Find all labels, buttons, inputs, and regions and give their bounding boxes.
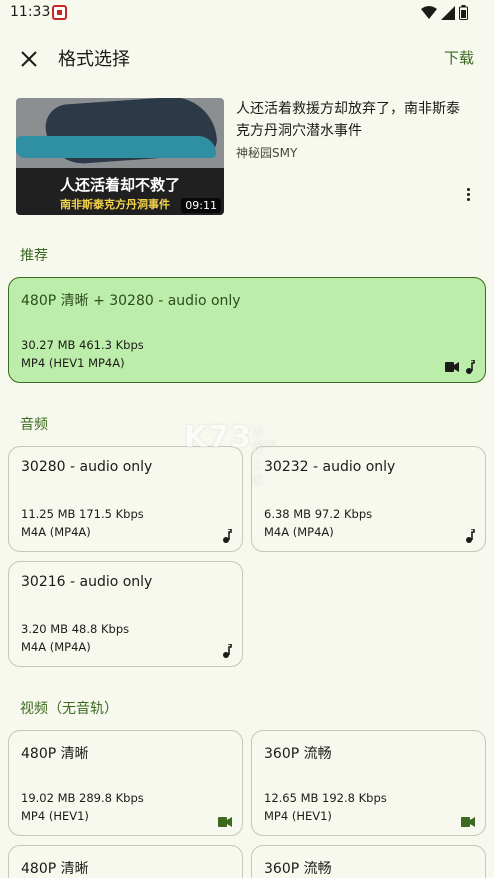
- music-note-icon: [466, 360, 475, 374]
- format-codec: MP4 (HEV1): [21, 809, 89, 823]
- video-title: 人还活着救援方却放弃了，南非斯泰克方丹洞穴潜水事件: [236, 101, 460, 139]
- thumbnail-caption: 人还活着却不救了: [59, 176, 180, 194]
- format-size: 30.27 MB 461.3 Kbps: [21, 338, 144, 352]
- format-size: 6.38 MB 97.2 Kbps: [264, 507, 373, 521]
- music-note-icon: [223, 644, 232, 658]
- battery-icon: [459, 5, 468, 20]
- close-button[interactable]: [14, 44, 44, 74]
- format-card-video[interactable]: 480P 清晰: [8, 845, 243, 878]
- status-icons: [421, 5, 468, 20]
- music-note-icon: [466, 529, 475, 543]
- thumbnail-subcaption: 南非斯泰克方丹洞事件: [60, 198, 170, 211]
- video-icon: [218, 817, 232, 827]
- status-bar: 11:33: [0, 0, 494, 26]
- format-title: 30216 - audio only: [21, 574, 153, 590]
- format-codec: M4A (MP4A): [21, 525, 91, 539]
- format-card-video[interactable]: 360P 流畅: [251, 845, 486, 878]
- format-title: 480P 清晰: [21, 861, 89, 877]
- section-audio: 音频: [20, 417, 48, 433]
- format-size: 12.65 MB 192.8 Kbps: [264, 791, 387, 805]
- signal-icon: [441, 5, 455, 20]
- format-title: 30232 - audio only: [264, 459, 396, 475]
- format-title: 480P 清晰 + 30280 - audio only: [21, 293, 241, 309]
- music-note-icon: [223, 529, 232, 543]
- section-video-no-audio: 视频（无音轨）: [20, 701, 118, 717]
- format-title: 360P 流畅: [264, 861, 332, 877]
- download-button[interactable]: 下载: [444, 47, 474, 68]
- video-duration: 09:11: [181, 198, 221, 213]
- format-title: 480P 清晰: [21, 746, 89, 762]
- video-icon: [445, 362, 459, 372]
- format-card-audio[interactable]: 30280 - audio only 11.25 MB 171.5 Kbps M…: [8, 446, 243, 552]
- video-thumbnail: 人还活着却不救了 南非斯泰克方丹洞事件 09:11: [16, 98, 224, 215]
- format-codec: MP4 (HEV1): [264, 809, 332, 823]
- format-title: 360P 流畅: [264, 746, 332, 762]
- status-time: 11:33: [10, 4, 51, 20]
- close-icon: [21, 51, 37, 67]
- format-size: 19.02 MB 289.8 Kbps: [21, 791, 144, 805]
- video-info: 人还活着却不救了 南非斯泰克方丹洞事件 09:11 人还活着救援方却放弃了，南非…: [16, 98, 478, 216]
- format-card-video[interactable]: 360P 流畅 12.65 MB 192.8 Kbps MP4 (HEV1): [251, 730, 486, 836]
- format-size: 11.25 MB 171.5 Kbps: [21, 507, 144, 521]
- video-icon: [461, 817, 475, 827]
- video-author: 神秘园SMY: [236, 146, 298, 160]
- toolbar: 格式选择 下载: [0, 36, 494, 80]
- page-title: 格式选择: [58, 49, 130, 70]
- format-card-recommended[interactable]: 480P 清晰 + 30280 - audio only 30.27 MB 46…: [8, 277, 486, 383]
- format-codec: M4A (MP4A): [21, 640, 91, 654]
- more-options-button[interactable]: [464, 188, 472, 204]
- section-recommended: 推荐: [20, 248, 48, 264]
- format-codec: MP4 (HEV1 MP4A): [21, 356, 125, 370]
- wifi-icon: [421, 5, 437, 19]
- format-title: 30280 - audio only: [21, 459, 153, 475]
- format-codec: M4A (MP4A): [264, 525, 334, 539]
- format-size: 3.20 MB 48.8 Kbps: [21, 622, 130, 636]
- format-card-audio[interactable]: 30232 - audio only 6.38 MB 97.2 Kbps M4A…: [251, 446, 486, 552]
- app-notification-icon: [52, 5, 67, 20]
- format-card-audio[interactable]: 30216 - audio only 3.20 MB 48.8 Kbps M4A…: [8, 561, 243, 667]
- watermark-logo: K73 游戏之家 .com: [184, 420, 277, 487]
- format-card-video[interactable]: 480P 清晰 19.02 MB 289.8 Kbps MP4 (HEV1): [8, 730, 243, 836]
